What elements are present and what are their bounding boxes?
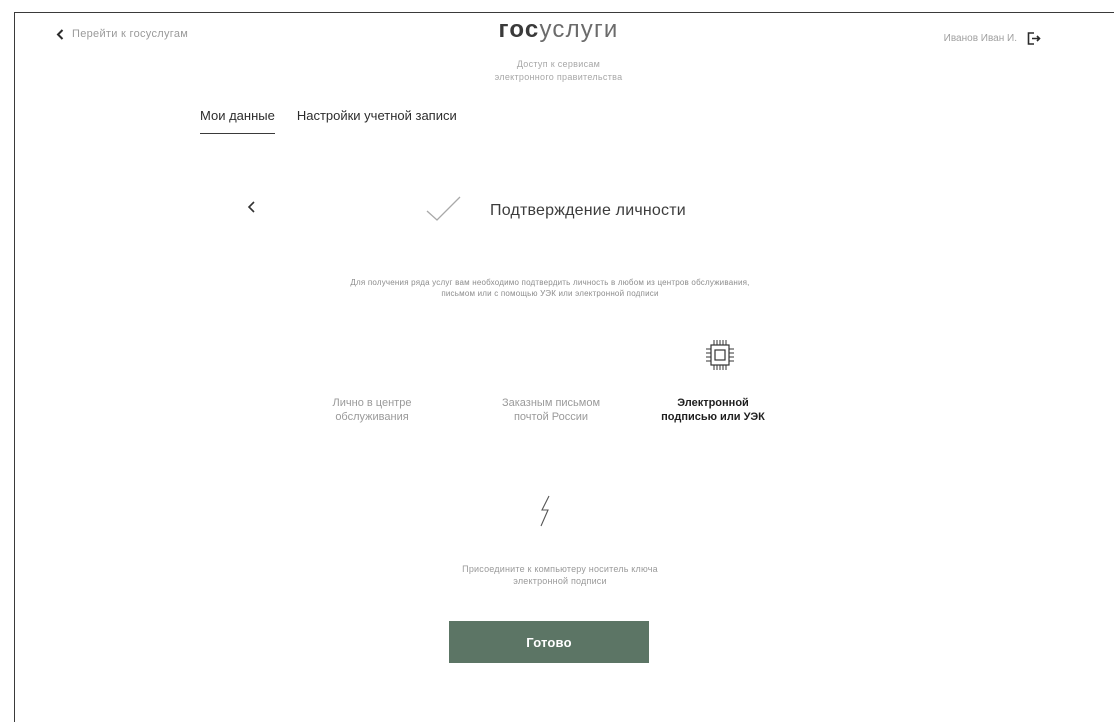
logo-subtitle: Доступ к сервисам электронного правитель… (0, 58, 1117, 84)
chip-icon (706, 340, 734, 370)
option-in-person-line-1: Лично в центре (332, 397, 412, 409)
logo-part-light: услуги (539, 16, 619, 43)
subtitle-line-1: Доступ к сервисам (516, 59, 601, 69)
usb-key-icon (540, 495, 550, 527)
description-line-2: письмом или с помощью УЭК или электронно… (441, 289, 659, 298)
done-button[interactable]: Готово (449, 621, 649, 663)
page-frame (14, 12, 1114, 722)
option-registered-mail[interactable]: Заказным письмом почтой России (486, 396, 616, 424)
subtitle-line-2: электронного правительства (494, 72, 623, 82)
option-mail-line-2: почтой России (513, 411, 589, 423)
option-in-person-line-2: обслуживания (335, 411, 409, 423)
step-description: Для получения ряда услуг вам необходимо … (270, 277, 830, 299)
connect-key-instruction: Присоедините к компьютеру носитель ключа… (380, 563, 740, 587)
instruction-line-1: Присоедините к компьютеру носитель ключа (462, 564, 658, 574)
logo-part-bold: гос (498, 16, 540, 43)
instruction-line-2: электронной подписи (513, 576, 607, 586)
option-signature-line-1: Электронной (677, 397, 749, 409)
logout-icon[interactable] (1027, 32, 1041, 45)
chevron-left-icon (247, 201, 255, 213)
option-mail-line-1: Заказным письмом (501, 397, 601, 409)
description-line-1: Для получения ряда услуг вам необходимо … (350, 278, 750, 287)
option-electronic-signature[interactable]: Электронной подписью или УЭК (640, 396, 786, 424)
option-signature-line-2: подписью или УЭК (661, 411, 765, 423)
profile-tabs: Мои данные Настройки учетной записи (200, 108, 457, 134)
checkmark-icon (426, 196, 461, 221)
step-back-button[interactable] (246, 200, 256, 219)
step-title: Подтверждение личности (490, 202, 686, 219)
user-menu: Иванов Иван И. (944, 32, 1041, 45)
tab-account-settings[interactable]: Настройки учетной записи (297, 108, 457, 134)
option-in-person[interactable]: Лично в центре обслуживания (312, 396, 432, 424)
header: Перейти к госуслугам госуслуги Доступ к … (0, 0, 1117, 100)
user-name[interactable]: Иванов Иван И. (944, 33, 1017, 44)
tab-my-data[interactable]: Мои данные (200, 108, 275, 134)
